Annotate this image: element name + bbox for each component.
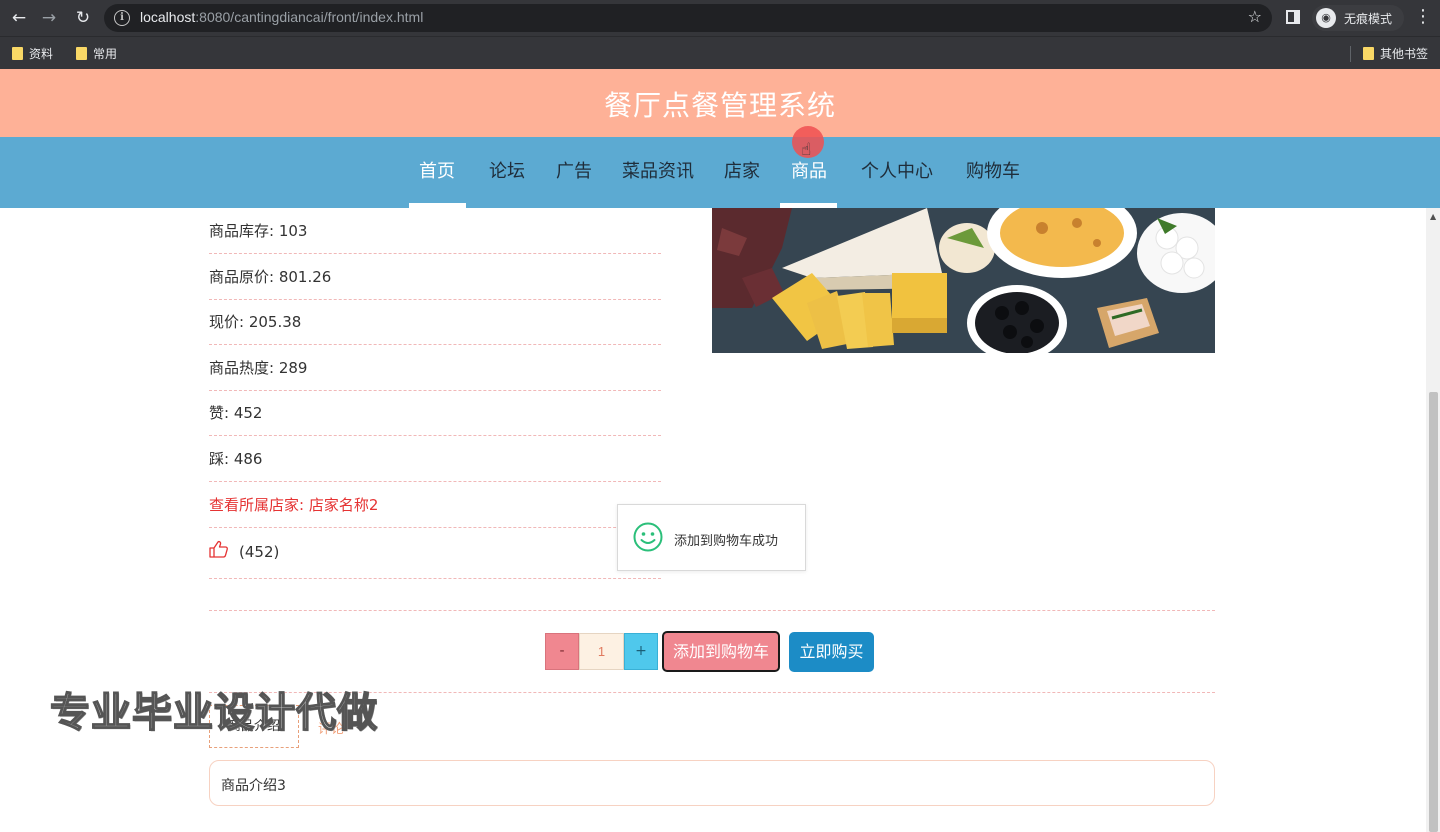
product-image xyxy=(712,208,1215,353)
hand-cursor-icon: ☝ xyxy=(801,140,812,160)
info-row-like-action: (452) xyxy=(209,528,661,579)
bookmarks-divider xyxy=(1350,46,1351,62)
nav-ads[interactable]: 广告 xyxy=(556,157,592,183)
nav-shops[interactable]: 店家 xyxy=(724,157,760,183)
bookmark-star-icon[interactable]: ☆ xyxy=(1248,7,1262,26)
watermark-overlay: 专业毕业设计代做 xyxy=(49,689,378,737)
quantity-input[interactable]: 1 xyxy=(579,633,624,670)
info-row-current-price: 现价: 205.38 xyxy=(209,299,661,345)
incognito-label: 无痕模式 xyxy=(1344,12,1393,26)
quantity-increase-button[interactable]: + xyxy=(624,633,658,670)
success-toast: 添加到购物车成功 xyxy=(617,504,806,571)
incognito-badge[interactable]: ◉ 无痕模式 xyxy=(1312,5,1404,31)
toast-message: 添加到购物车成功 xyxy=(674,534,779,549)
nav-home[interactable]: 首页 xyxy=(419,157,455,183)
bookmarks-bar: 资料 常用 其他书签 xyxy=(0,36,1440,69)
browser-toolbar: ← → ↻ i localhost:8080/cantingdiancai/fr… xyxy=(0,0,1440,36)
site-info-icon[interactable]: i xyxy=(114,10,130,26)
add-to-cart-button[interactable]: 添加到购物车 xyxy=(662,631,780,672)
nav-dish-news[interactable]: 菜品资讯 xyxy=(622,157,694,183)
nav-products[interactable]: 商品 xyxy=(791,157,827,183)
quantity-decrease-button[interactable]: - xyxy=(545,633,579,670)
folder-icon xyxy=(12,47,23,60)
info-row-dislikes: 踩: 486 xyxy=(209,436,661,482)
bookmark-folder[interactable]: 常用 xyxy=(76,45,117,63)
info-row-likes: 赞: 452 xyxy=(209,390,661,436)
scrollbar-thumb[interactable] xyxy=(1429,392,1438,832)
product-description: 商品介绍3 xyxy=(221,778,286,794)
address-url: localhost:8080/cantingdiancai/front/inde… xyxy=(140,9,424,25)
address-bar[interactable]: i localhost:8080/cantingdiancai/front/in… xyxy=(104,4,1272,32)
divider xyxy=(209,610,1215,611)
thumbs-up-icon[interactable] xyxy=(209,540,229,558)
buy-now-button[interactable]: 立即购买 xyxy=(789,632,874,672)
bookmark-folder[interactable]: 资料 xyxy=(12,45,53,63)
side-panel-icon[interactable] xyxy=(1286,10,1300,24)
forward-icon[interactable]: → xyxy=(38,7,60,29)
info-row-popularity: 商品热度: 289 xyxy=(209,345,661,391)
stock-text: 商品库存: 103 xyxy=(209,222,308,240)
info-row-original-price: 商品原价: 801.26 xyxy=(209,254,661,300)
scroll-up-icon[interactable]: ▲ xyxy=(1430,212,1436,221)
like-count: (452) xyxy=(239,543,280,561)
folder-icon xyxy=(1363,47,1374,60)
product-description-panel: 商品介绍3 xyxy=(209,760,1215,806)
nav-cart[interactable]: 购物车 xyxy=(966,157,1020,183)
popularity-text: 商品热度: 289 xyxy=(209,359,308,377)
nav-forum[interactable]: 论坛 xyxy=(489,157,525,183)
likes-text: 赞: 452 xyxy=(209,404,263,422)
nav-user-center[interactable]: 个人中心 xyxy=(861,157,933,183)
info-row-shop: 查看所属店家: 店家名称2 xyxy=(209,482,661,528)
smile-icon xyxy=(633,522,663,552)
shop-link[interactable]: 查看所属店家: 店家名称2 xyxy=(209,494,378,515)
current-price-text: 现价: 205.38 xyxy=(209,313,302,331)
folder-icon xyxy=(76,47,87,60)
reload-icon[interactable]: ↻ xyxy=(72,7,94,29)
incognito-icon: ◉ xyxy=(1316,8,1336,28)
other-bookmarks[interactable]: 其他书签 xyxy=(1363,45,1428,63)
main-nav xyxy=(0,137,1440,208)
menu-kebab-icon[interactable]: ⋮ xyxy=(1414,6,1432,27)
info-row-stock: 商品库存: 103 xyxy=(209,208,661,254)
site-title: 餐厅点餐管理系统 xyxy=(603,89,836,122)
dislikes-text: 踩: 486 xyxy=(209,450,263,468)
back-icon[interactable]: ← xyxy=(8,7,30,29)
original-price-text: 商品原价: 801.26 xyxy=(209,268,332,286)
